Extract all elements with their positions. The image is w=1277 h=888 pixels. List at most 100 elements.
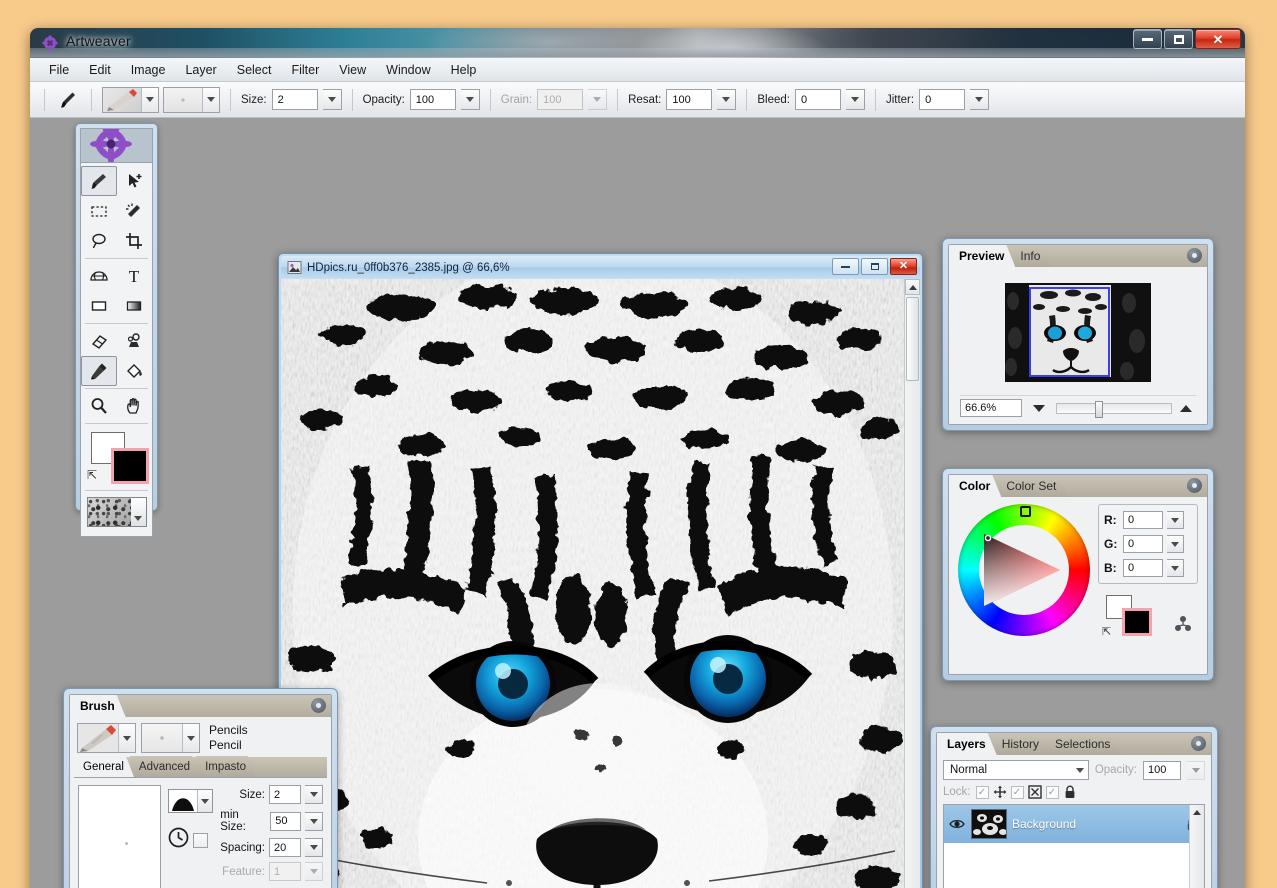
brush-variant-combo[interactable] [141,723,200,753]
brush-profile-combo[interactable] [168,789,214,813]
tab-general[interactable]: General [74,756,134,777]
preview-zoom-in-button[interactable] [1176,404,1196,412]
menu-select[interactable]: Select [228,60,281,80]
brush-profile-dropdown[interactable] [197,790,213,812]
close-button[interactable]: ✕ [1195,29,1241,49]
preview-zoom-slider[interactable] [1056,400,1172,418]
brush-category-dropdown[interactable] [118,724,135,752]
scroll-up-button[interactable] [905,279,920,295]
swap-colors-icon[interactable]: ⇱ [1102,625,1111,638]
preview-thumbnail[interactable] [1005,282,1151,382]
clone-stamp-tool[interactable] [117,326,153,356]
layer-list[interactable]: Background [943,804,1205,888]
tab-layers[interactable]: Layers [937,733,997,755]
layer-opacity-input[interactable]: 100 [1143,760,1181,780]
brush-min-size-input[interactable]: 50 [270,811,302,831]
tab-color-set[interactable]: Color Set [996,475,1067,497]
g-dropdown[interactable] [1167,535,1184,553]
layer-list-scrollbar[interactable] [1189,805,1204,888]
paint-bucket-tool[interactable] [117,356,152,386]
foreground-color-swatch[interactable] [111,448,149,484]
option-size-input[interactable]: 2 [271,89,318,110]
panel-menu-icon[interactable] [1187,248,1202,263]
tab-history[interactable]: History [992,733,1050,755]
b-dropdown[interactable] [1167,559,1184,577]
document-minimize-button[interactable] [832,258,859,275]
document-maximize-button[interactable] [861,258,888,275]
menu-image[interactable]: Image [122,60,175,80]
option-resat-dropdown[interactable] [717,89,737,110]
color-wheel[interactable] [958,504,1090,636]
lock-pixels-checkbox[interactable]: ✓ [1010,785,1024,799]
option-bleed-input[interactable]: 0 [794,89,841,110]
swap-colors-icon[interactable]: ⇱ [87,468,97,482]
mesh-tool[interactable] [81,261,117,291]
texture-swatch[interactable] [86,497,147,527]
brush-category-combo[interactable] [77,723,136,753]
option-bleed-dropdown[interactable] [845,89,865,110]
clock-icon[interactable] [168,827,189,853]
move-tool[interactable] [117,166,152,196]
texture-dropdown[interactable] [130,498,146,526]
option-opacity-dropdown[interactable] [460,89,480,110]
brush-spacing-dropdown[interactable] [305,838,323,857]
document-close-button[interactable]: ✕ [890,258,917,275]
canvas-area[interactable] [281,279,920,888]
panel-menu-icon[interactable] [1191,736,1206,751]
option-opacity-input[interactable]: 100 [409,89,456,110]
tab-brush[interactable]: Brush [70,695,126,717]
menu-edit[interactable]: Edit [80,60,120,80]
default-colors-icon[interactable] [1174,615,1192,633]
gradient-tool[interactable] [117,291,153,321]
menu-window[interactable]: Window [377,60,439,80]
table-row[interactable]: Background [944,805,1204,843]
g-input[interactable]: 0 [1123,535,1163,553]
tab-impasto[interactable]: Impasto [196,756,256,777]
b-input[interactable]: 0 [1123,559,1163,577]
brush-preset-combo[interactable] [102,86,159,113]
brush-spacing-input[interactable]: 20 [269,838,301,857]
minimize-button[interactable] [1133,29,1162,49]
zoom-tool[interactable] [81,391,117,421]
brush-size-dropdown[interactable] [305,785,323,804]
option-size-dropdown[interactable] [322,89,342,110]
crop-tool[interactable] [117,226,153,256]
panel-menu-icon[interactable] [311,698,326,713]
tab-preview[interactable]: Preview [949,245,1015,267]
tab-selections[interactable]: Selections [1045,733,1121,755]
lasso-tool[interactable] [81,226,117,256]
snow-leopard-image[interactable] [281,279,905,888]
option-jitter-dropdown[interactable] [970,89,990,110]
brush-min-size-dropdown[interactable] [305,811,323,831]
tab-color[interactable]: Color [949,475,1001,497]
menu-filter[interactable]: Filter [282,60,328,80]
brush-variant-dropdown[interactable] [182,724,199,752]
canvas-vertical-scrollbar[interactable] [904,279,920,888]
preview-selection-rect[interactable] [1029,286,1110,377]
tab-info[interactable]: Info [1010,245,1051,267]
eraser-tool[interactable] [81,326,117,356]
brush-preset-dropdown[interactable] [141,87,158,112]
brush-size-input[interactable]: 2 [269,785,301,804]
window-titlebar[interactable]: Artweaver ✕ [30,28,1245,58]
preview-zoom-value[interactable]: 66.6% [960,399,1022,417]
paintbrush-tool[interactable] [81,166,117,196]
lock-transparency-checkbox[interactable]: ✓ [975,785,989,799]
panel-menu-icon[interactable] [1187,478,1202,493]
rectangular-marquee-tool[interactable] [81,196,117,226]
preview-zoom-dropdown[interactable] [1026,399,1052,417]
menu-layer[interactable]: Layer [176,60,225,80]
option-resat-input[interactable]: 100 [666,89,713,110]
scroll-thumb[interactable] [906,297,919,381]
texture-preset-combo[interactable] [163,86,220,113]
shape-tool[interactable] [81,291,117,321]
menu-file[interactable]: File [40,60,78,80]
brush-timing-checkbox[interactable] [193,832,209,848]
r-dropdown[interactable] [1167,511,1184,529]
text-tool[interactable]: T [117,261,153,291]
magic-wand-tool[interactable] [117,196,153,226]
maximize-button[interactable] [1164,29,1193,49]
blend-mode-select[interactable]: Normal [943,760,1089,780]
hand-tool[interactable] [117,391,153,421]
preview-stage[interactable] [957,273,1199,391]
